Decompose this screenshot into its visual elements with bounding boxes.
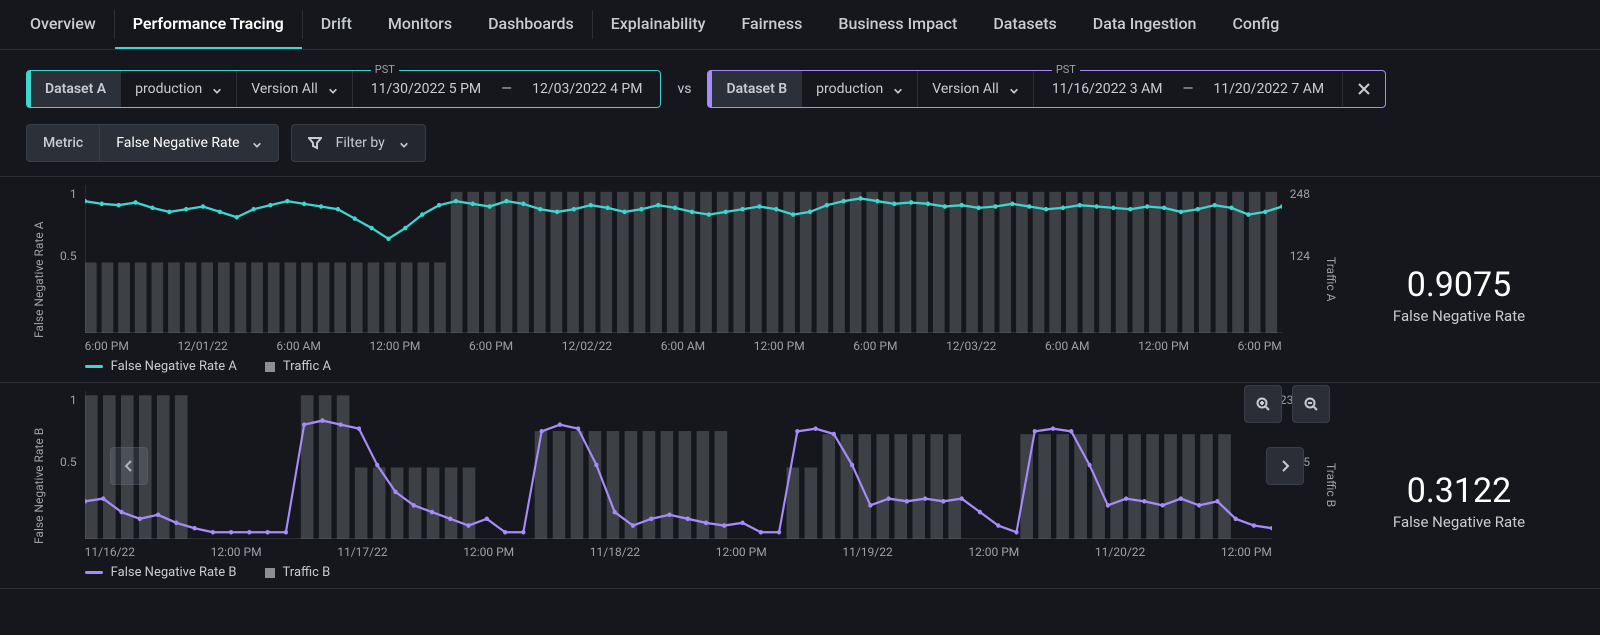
summary-b: 0.3122 False Negative Rate bbox=[1344, 391, 1574, 580]
tab-overview[interactable]: Overview bbox=[12, 0, 114, 49]
summary-label-b: False Negative Rate bbox=[1393, 513, 1525, 531]
tab-config[interactable]: Config bbox=[1214, 0, 1297, 49]
tab-business-impact[interactable]: Business Impact bbox=[820, 0, 975, 49]
tab-explainability[interactable]: Explainability bbox=[593, 0, 724, 49]
nav-tabs: Overview Performance Tracing Drift Monit… bbox=[0, 0, 1600, 50]
legend-a: False Negative Rate A Traffic A bbox=[85, 357, 1282, 374]
timezone-label: PST bbox=[371, 63, 399, 76]
y2-axis-label-a: Traffic A bbox=[1318, 185, 1344, 374]
dataset-b-date-range[interactable]: PST 11/16/2022 3 AM — 11/20/2022 7 AM bbox=[1033, 71, 1342, 107]
dataset-b-env-dropdown[interactable]: production bbox=[801, 71, 917, 107]
dataset-b-selector: Dataset B production Version All PST 11/… bbox=[707, 70, 1386, 108]
summary-a: 0.9075 False Negative Rate bbox=[1344, 185, 1574, 374]
timezone-label: PST bbox=[1052, 63, 1080, 76]
close-icon bbox=[1357, 82, 1371, 96]
tab-data-ingestion[interactable]: Data Ingestion bbox=[1075, 0, 1215, 49]
metric-filter-bar: Metric False Negative Rate Filter by bbox=[0, 118, 1600, 176]
x-ticks-b: 11/16/2212:00 PM11/17/2212:00 PM11/18/22… bbox=[85, 539, 1272, 563]
chart-panels: False Negative Rate A 10.5 6:00 PM12/01/… bbox=[0, 176, 1600, 589]
chart-b[interactable]: 11/16/2212:00 PM11/17/2212:00 PM11/18/22… bbox=[85, 391, 1272, 580]
zoom-out-button[interactable] bbox=[1292, 385, 1330, 423]
x-ticks-a: 6:00 PM12/01/226:00 AM12:00 PM6:00 PM12/… bbox=[85, 333, 1282, 357]
dataset-comparison-bar: Dataset A production Version All PST 11/… bbox=[0, 50, 1600, 118]
remove-dataset-b-button[interactable] bbox=[1342, 72, 1385, 106]
y-axis-label-b: False Negative Rate B bbox=[26, 391, 52, 580]
tab-fairness[interactable]: Fairness bbox=[724, 0, 821, 49]
funnel-icon bbox=[308, 136, 322, 150]
tab-dashboards[interactable]: Dashboards bbox=[470, 0, 592, 49]
tab-datasets[interactable]: Datasets bbox=[975, 0, 1074, 49]
panel-dataset-a: False Negative Rate A 10.5 6:00 PM12/01/… bbox=[0, 177, 1600, 383]
dataset-b-version-dropdown[interactable]: Version All bbox=[917, 71, 1033, 107]
tab-monitors[interactable]: Monitors bbox=[370, 0, 470, 49]
zoom-out-icon bbox=[1304, 397, 1318, 411]
chevron-down-icon bbox=[252, 138, 262, 148]
dataset-a-label: Dataset A bbox=[27, 71, 120, 107]
y-ticks-left-a: 10.5 bbox=[52, 185, 85, 313]
chevron-down-icon bbox=[212, 84, 222, 94]
chart-a[interactable]: 6:00 PM12/01/226:00 AM12:00 PM6:00 PM12/… bbox=[85, 185, 1282, 374]
y-ticks-left-b: 10.5 bbox=[52, 391, 85, 519]
dataset-a-env-dropdown[interactable]: production bbox=[120, 71, 236, 107]
panel-dataset-b: False Negative Rate B 10.5 11/16/2212:00… bbox=[0, 383, 1600, 589]
metric-dropdown[interactable]: False Negative Rate bbox=[100, 125, 277, 161]
chevron-down-icon bbox=[399, 138, 409, 148]
legend-b: False Negative Rate B Traffic B bbox=[85, 563, 1272, 580]
dataset-a-version-dropdown[interactable]: Version All bbox=[236, 71, 352, 107]
tab-drift[interactable]: Drift bbox=[303, 0, 370, 49]
metric-selector: Metric False Negative Rate bbox=[26, 124, 279, 162]
chevron-down-icon bbox=[893, 84, 903, 94]
dataset-a-date-range[interactable]: PST 11/30/2022 5 PM — 12/03/2022 4 PM bbox=[352, 71, 661, 107]
filter-by-button[interactable]: Filter by bbox=[291, 124, 426, 162]
summary-value-a: 0.9075 bbox=[1407, 265, 1512, 305]
y2-ticks-a: 248124 bbox=[1282, 185, 1318, 313]
chevron-down-icon bbox=[328, 84, 338, 94]
y-axis-label-a: False Negative Rate A bbox=[26, 185, 52, 374]
chevron-right-icon bbox=[1278, 459, 1292, 473]
tab-performance-tracing[interactable]: Performance Tracing bbox=[115, 0, 302, 49]
vs-label: vs bbox=[671, 81, 697, 97]
summary-label-a: False Negative Rate bbox=[1393, 307, 1525, 325]
dataset-b-label: Dataset B bbox=[708, 71, 801, 107]
dataset-a-selector: Dataset A production Version All PST 11/… bbox=[26, 70, 661, 108]
metric-label: Metric bbox=[27, 125, 100, 161]
chevron-down-icon bbox=[1009, 84, 1019, 94]
summary-value-b: 0.3122 bbox=[1407, 471, 1512, 511]
